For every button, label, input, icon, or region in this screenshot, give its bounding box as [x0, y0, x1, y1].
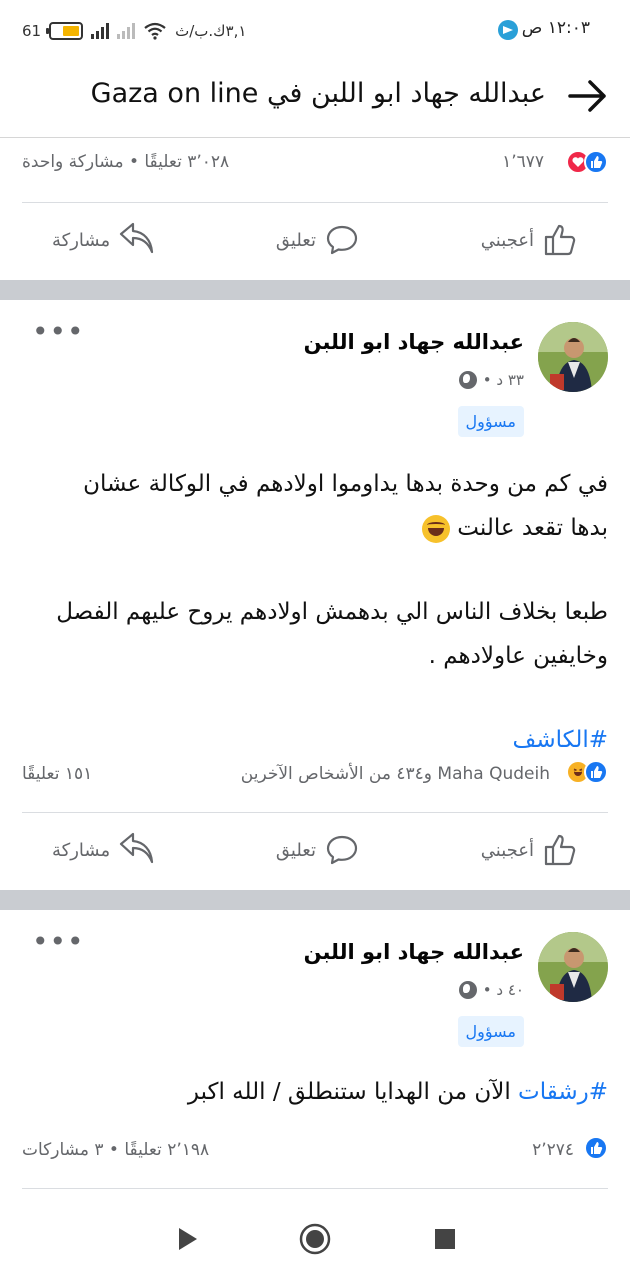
post-body: في كم من وحدة بدها يداوموا اولادهم في ال… — [22, 462, 608, 762]
thumbs-up-icon — [544, 834, 576, 866]
system-nav-bar — [0, 1196, 630, 1280]
status-bar: ١٢:٠٣ ص 61 ٣,١ك.ب/ث — [0, 0, 630, 60]
share-button[interactable]: مشاركة — [52, 222, 156, 258]
comment-bubble-icon — [326, 835, 358, 865]
signal-icon — [91, 23, 110, 39]
like-button[interactable]: أعجبني — [481, 832, 578, 868]
share-label: مشاركة — [52, 839, 111, 861]
post-author[interactable]: عبدالله جهاد ابو اللبن — [304, 940, 524, 964]
reaction-count[interactable]: ٢٬٢٧٤ — [532, 1140, 574, 1160]
post-time[interactable]: ٤٠ د • — [458, 981, 524, 999]
post-stats[interactable]: ٣٬٠٢٨ تعليقًا • مشاركة واحدة — [22, 152, 229, 172]
like-reaction-icon — [584, 760, 608, 784]
comment-bubble-icon — [326, 225, 358, 255]
more-options-button[interactable]: ••• — [32, 318, 85, 346]
globe-icon — [458, 371, 477, 389]
page-title: عبدالله جهاد ابو اللبن في Gaza on line — [90, 78, 546, 109]
battery-icon — [46, 22, 84, 40]
share-arrow-icon — [120, 222, 154, 254]
reaction-summary[interactable] — [558, 760, 608, 790]
more-options-button[interactable]: ••• — [32, 928, 85, 956]
comment-label: تعليق — [275, 229, 316, 251]
like-label: أعجبني — [480, 229, 534, 251]
post-line: #رشقات الآن من الهدايا ستنطلق / الله اكب… — [22, 1070, 608, 1114]
reactions-text[interactable]: Maha Qudeih و٤٣٤ من الأشخاص الآخرين — [241, 764, 550, 784]
thumbs-up-icon — [544, 224, 576, 256]
status-time: ١٢:٠٣ ص — [521, 18, 590, 38]
back-triangle-icon[interactable] — [176, 1226, 200, 1252]
globe-icon — [458, 981, 477, 999]
divider — [22, 1188, 608, 1189]
like-reaction-icon — [584, 150, 608, 174]
home-circle-icon[interactable] — [298, 1222, 332, 1256]
reaction-summary[interactable] — [580, 1136, 608, 1164]
like-label: أعجبني — [480, 839, 534, 861]
comment-label: تعليق — [275, 839, 316, 861]
post-time-text: ٤٠ د • — [482, 981, 524, 999]
recents-square-icon[interactable] — [434, 1228, 456, 1250]
hashtag-link[interactable]: #الكاشف — [22, 718, 608, 762]
post-line: في كم من وحدة بدها يداوموا اولادهم في ال… — [83, 471, 608, 497]
top-header: عبدالله جهاد ابو اللبن في Gaza on line — [0, 60, 630, 138]
post-line-text: الآن من الهدايا ستنطلق / الله اكبر — [187, 1079, 519, 1105]
post-line-text: بدها تقعد عالنت — [457, 515, 608, 541]
battery-percent: 61 — [22, 22, 42, 40]
avatar[interactable] — [538, 932, 608, 1002]
post-separator — [0, 890, 630, 910]
laughing-emoji-icon — [421, 514, 450, 543]
avatar[interactable] — [538, 322, 608, 392]
status-indicators: 61 ٣,١ك.ب/ث — [22, 18, 246, 44]
share-button[interactable]: مشاركة — [52, 832, 156, 868]
admin-badge: مسؤول — [457, 406, 524, 437]
post-body: #رشقات الآن من الهدايا ستنطلق / الله اكب… — [22, 1070, 608, 1114]
arrow-right-icon[interactable] — [568, 78, 608, 114]
admin-badge: مسؤول — [457, 1016, 524, 1047]
post-author[interactable]: عبدالله جهاد ابو اللبن — [304, 330, 524, 354]
divider — [22, 812, 608, 813]
telegram-notification-icon — [498, 20, 518, 40]
signal-2-icon — [117, 23, 136, 39]
divider — [22, 202, 608, 203]
comment-button[interactable]: تعليق — [276, 222, 360, 258]
like-button[interactable]: أعجبني — [481, 222, 578, 258]
hashtag-link[interactable]: #رشقات — [518, 1079, 608, 1105]
battery-level-fill — [63, 26, 80, 36]
reaction-summary[interactable] — [544, 148, 608, 178]
comments-count[interactable]: ١٥١ تعليقًا — [22, 764, 92, 784]
comment-button[interactable]: تعليق — [276, 832, 360, 868]
share-label: مشاركة — [52, 229, 111, 251]
wifi-icon — [144, 22, 166, 40]
like-reaction-icon — [584, 1136, 608, 1160]
share-arrow-icon — [120, 832, 154, 864]
network-speed: ٣,١ك.ب/ث — [175, 22, 247, 40]
post-line: بدها تقعد عالنت — [22, 506, 608, 550]
reaction-count[interactable]: ١٬٦٧٧ — [502, 152, 544, 172]
post-time[interactable]: ٣٣ د • — [458, 371, 524, 389]
post-line: وخايفين عاولادهم . — [428, 643, 608, 669]
post-line: طبعا بخلاف الناس الي بدهمش اولادهم يروح … — [56, 599, 608, 625]
post-time-text: ٣٣ د • — [482, 371, 524, 389]
post-separator — [0, 280, 630, 300]
post-stats[interactable]: ٢٬١٩٨ تعليقًا • ٣ مشاركات — [22, 1140, 209, 1160]
